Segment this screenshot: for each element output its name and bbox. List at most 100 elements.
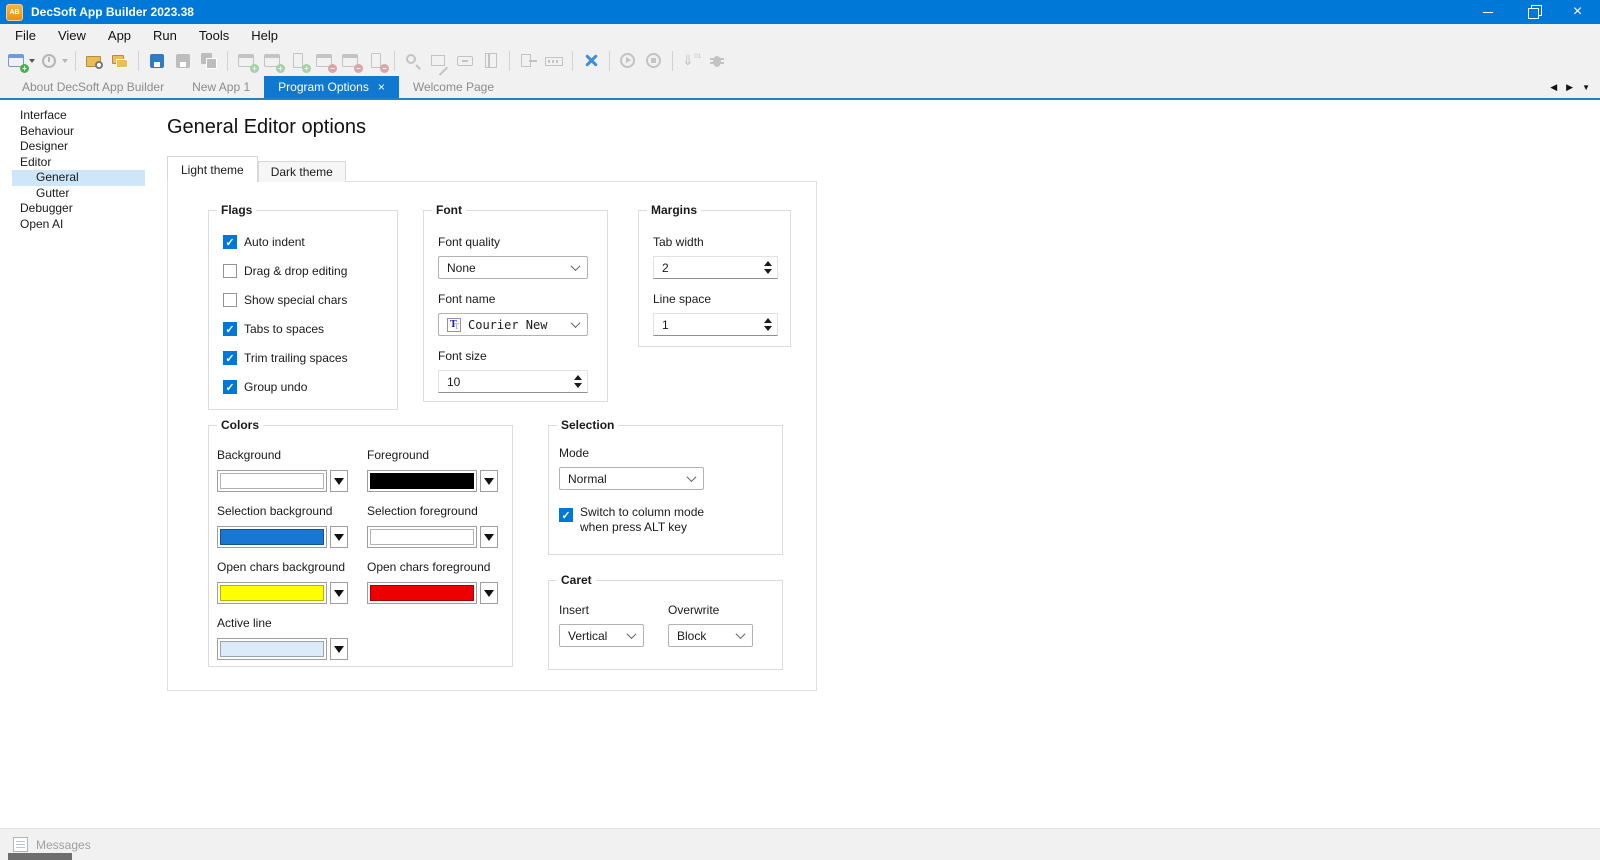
dropdown-arrow-icon bbox=[334, 477, 344, 485]
color-dropdown-button[interactable] bbox=[330, 470, 348, 492]
save-all-files-button[interactable] bbox=[196, 48, 222, 74]
add-dialog-button[interactable]: + bbox=[259, 48, 285, 74]
color-dropdown-button[interactable] bbox=[330, 582, 348, 604]
spin-up-icon[interactable] bbox=[574, 375, 582, 380]
add-file-button[interactable]: + bbox=[285, 48, 311, 74]
color-swatch[interactable] bbox=[367, 470, 477, 492]
tab-welcome-page[interactable]: Welcome Page bbox=[399, 76, 508, 98]
save-file-as-button[interactable] bbox=[170, 48, 196, 74]
edit-form-button[interactable] bbox=[426, 48, 452, 74]
program-options-button[interactable] bbox=[578, 48, 604, 74]
color-swatch[interactable] bbox=[367, 582, 477, 604]
font-size-input[interactable]: 10 bbox=[438, 370, 588, 393]
checkbox-checked-icon[interactable]: ✓ bbox=[223, 322, 237, 336]
color-dropdown-button[interactable] bbox=[480, 582, 498, 604]
tree-item-interface[interactable]: Interface bbox=[12, 108, 145, 124]
tab-light-theme[interactable]: Light theme bbox=[167, 156, 258, 182]
line-space-input[interactable]: 1 bbox=[653, 313, 778, 336]
spin-up-icon[interactable] bbox=[764, 261, 772, 266]
tab-list-button[interactable]: ▼ bbox=[1582, 83, 1590, 92]
color-swatch[interactable] bbox=[217, 470, 327, 492]
color-field-label: Open chars foreground bbox=[367, 560, 491, 574]
remove-file-button[interactable]: − bbox=[363, 48, 389, 74]
recent-apps-button[interactable] bbox=[37, 48, 70, 74]
magnifier-icon bbox=[403, 51, 423, 71]
tree-item-debugger[interactable]: Debugger bbox=[12, 201, 145, 217]
save-file-button[interactable] bbox=[144, 48, 170, 74]
tree-item-editor[interactable]: Editor bbox=[12, 155, 145, 171]
tab-close-icon[interactable]: × bbox=[378, 81, 385, 93]
menu-run[interactable]: Run bbox=[142, 26, 188, 45]
color-swatch[interactable] bbox=[217, 638, 327, 660]
tree-item-open-ai[interactable]: Open AI bbox=[12, 217, 145, 233]
color-swatch[interactable] bbox=[217, 582, 327, 604]
color-swatch-fill bbox=[220, 585, 324, 601]
new-app-button[interactable]: + bbox=[4, 48, 37, 74]
checkbox-checked-icon[interactable]: ✓ bbox=[559, 508, 573, 522]
color-dropdown-button[interactable] bbox=[480, 470, 498, 492]
spin-down-icon[interactable] bbox=[764, 326, 772, 331]
run-app-button[interactable] bbox=[615, 48, 641, 74]
color-dropdown-button[interactable] bbox=[330, 526, 348, 548]
checkbox-unchecked-icon[interactable] bbox=[223, 264, 237, 278]
checkbox-label: Show special chars bbox=[244, 293, 348, 307]
color-dropdown-button[interactable] bbox=[330, 638, 348, 660]
tree-item-gutter[interactable]: Gutter bbox=[12, 186, 145, 202]
checkbox-checked-icon[interactable]: ✓ bbox=[223, 380, 237, 394]
close-button[interactable]: × bbox=[1555, 0, 1600, 24]
archive-button[interactable] bbox=[452, 48, 478, 74]
debug-app-button[interactable] bbox=[704, 48, 730, 74]
menu-help[interactable]: Help bbox=[240, 26, 289, 45]
color-dropdown-button[interactable] bbox=[480, 526, 498, 548]
tab-scroll-right-button[interactable]: ▶ bbox=[1566, 82, 1573, 93]
toolbar-separator bbox=[572, 51, 573, 71]
tab-dark-theme[interactable]: Dark theme bbox=[257, 161, 346, 182]
tab-width-label: Tab width bbox=[653, 235, 704, 249]
tab-about-decsoft-app-builder[interactable]: About DecSoft App Builder bbox=[8, 76, 178, 98]
menu-tools[interactable]: Tools bbox=[188, 26, 240, 45]
compile-app-button[interactable] bbox=[678, 48, 704, 74]
caret-insert-select[interactable]: Vertical bbox=[559, 624, 644, 647]
menu-view[interactable]: View bbox=[47, 26, 97, 45]
font-quality-select[interactable]: None bbox=[438, 256, 588, 279]
minimize-button[interactable] bbox=[1465, 0, 1510, 24]
horizontal-scrollbar-thumb[interactable] bbox=[8, 853, 72, 860]
open-app-button[interactable] bbox=[81, 48, 107, 74]
messages-tab-label[interactable]: Messages bbox=[36, 838, 91, 852]
close-icon: × bbox=[1572, 3, 1583, 20]
tree-item-designer[interactable]: Designer bbox=[12, 139, 145, 155]
checkbox-checked-icon[interactable]: ✓ bbox=[223, 235, 237, 249]
export-app-button[interactable] bbox=[515, 48, 541, 74]
keyboard-shortcuts-button[interactable] bbox=[541, 48, 567, 74]
remove-window-button[interactable]: − bbox=[311, 48, 337, 74]
tab-width-input[interactable]: 2 bbox=[653, 256, 778, 279]
restore-button[interactable] bbox=[1510, 0, 1555, 24]
chevron-down-icon bbox=[626, 629, 637, 640]
color-swatch-fill bbox=[370, 529, 474, 545]
open-app-folder-button[interactable] bbox=[107, 48, 133, 74]
search-button[interactable] bbox=[400, 48, 426, 74]
tree-item-behaviour[interactable]: Behaviour bbox=[12, 124, 145, 140]
stop-app-button[interactable] bbox=[641, 48, 667, 74]
spin-down-icon[interactable] bbox=[764, 269, 772, 274]
color-swatch[interactable] bbox=[217, 526, 327, 548]
checkbox-unchecked-icon[interactable] bbox=[223, 293, 237, 307]
add-window-button[interactable]: + bbox=[233, 48, 259, 74]
menu-app[interactable]: App bbox=[97, 26, 142, 45]
spin-up-icon[interactable] bbox=[764, 318, 772, 323]
tab-scroll-left-button[interactable]: ◀ bbox=[1550, 82, 1557, 93]
caret-overwrite-select[interactable]: Block bbox=[668, 624, 753, 647]
font-name-select[interactable]: Courier New bbox=[438, 313, 588, 336]
tree-item-general[interactable]: General bbox=[12, 170, 145, 186]
spin-down-icon[interactable] bbox=[574, 383, 582, 388]
remove-dialog-button[interactable]: − bbox=[337, 48, 363, 74]
color-field-selection-background: Selection background bbox=[217, 504, 367, 560]
checkbox-checked-icon[interactable]: ✓ bbox=[223, 351, 237, 365]
help-book-button[interactable] bbox=[478, 48, 504, 74]
menu-file[interactable]: File bbox=[4, 26, 47, 45]
color-swatch[interactable] bbox=[367, 526, 477, 548]
selection-mode-select[interactable]: Normal bbox=[559, 467, 704, 490]
window-icon: + bbox=[262, 51, 285, 73]
tab-new-app-1[interactable]: New App 1 bbox=[178, 76, 264, 98]
tab-program-options[interactable]: Program Options × bbox=[264, 76, 399, 98]
